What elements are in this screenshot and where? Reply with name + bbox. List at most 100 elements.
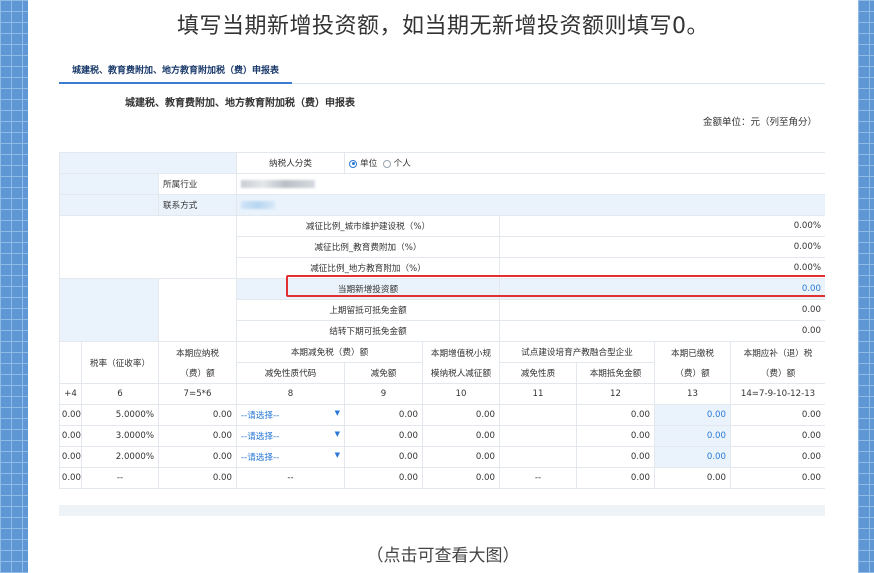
investment-label: 当期新增投资额 [236, 278, 500, 300]
cell-paid[interactable]: 0.00 [654, 446, 731, 468]
select-value: --请选择-- [241, 432, 280, 442]
col-rate-header: 税率（征收率） [81, 341, 159, 384]
investment-row: 当期新增投资额 0.00 [59, 278, 825, 342]
cell-payable: 0.00 [158, 467, 237, 489]
prev-credit-value: 0.00 [499, 299, 825, 321]
col-number: 6 [81, 383, 159, 405]
col-number: 12 [576, 383, 655, 405]
col-number: 10 [422, 383, 500, 405]
col-number: 7=5*6 [158, 383, 237, 405]
cell-payable: 0.00 [158, 446, 237, 468]
cell-amount: 0.00 [344, 467, 423, 489]
form-title: 城建税、教育费附加、地方教育附加税（费）申报表 [125, 98, 355, 109]
carry-credit-label: 结转下期可抵免金额 [236, 320, 500, 342]
cell-credit: 0.00 [576, 446, 655, 468]
col-reduction-code-header: 减免性质代码 [236, 362, 345, 384]
cell-paid[interactable]: 0.00 [654, 404, 731, 426]
reduction-code-select[interactable]: --请选择-- ▼ [236, 425, 345, 447]
reduce-value[interactable]: 0.00% [499, 236, 825, 258]
table-footer-band [59, 505, 825, 516]
table-row: 0.00 3.0000% 0.00 --请选择-- ▼ 0.00 0.00 0.0… [59, 425, 825, 447]
col-vat-small-header-line1: 本期增值税小规 [430, 348, 492, 359]
cell-refund: 0.00 [730, 425, 825, 447]
col-payable-header: 本期应纳税 （费）额 [158, 341, 237, 384]
col-vat-small-header: 本期增值税小规 模纳税人减征额 [422, 341, 500, 384]
cell-credit: 0.00 [576, 425, 655, 447]
reduction-code-select[interactable]: --请选择-- ▼ [236, 446, 345, 468]
reduce-label: 减征比例_城市维护建设税（%） [236, 215, 500, 237]
cell-amount[interactable]: 0.00 [344, 446, 423, 468]
view-larger-caption[interactable]: （点击可查看大图） [28, 541, 858, 566]
declaration-table: 纳税人分类 单位 个人 所属行业 联系方式 减征比例_城市维护建设税（%） 0.… [59, 152, 825, 489]
cell-credit: 0.00 [576, 467, 655, 489]
col-paid-header-line2: （费）额 [675, 368, 710, 379]
amount-unit-note: 金额单位：元（列至角分） [702, 117, 817, 128]
cell-vat: 0.00 [422, 467, 500, 489]
cell-rate: 2.0000% [81, 446, 159, 468]
reduce-row-1: 减征比例_城市维护建设税（%） 0.00% [59, 215, 825, 279]
col-number: 8 [236, 383, 345, 405]
col-refund-header-line2: （费）额 [760, 368, 796, 379]
cell-rate: 3.0000% [81, 425, 159, 447]
cell-vat: 0.00 [422, 446, 500, 468]
cell-paid[interactable]: 0.00 [654, 425, 731, 447]
cell-refund: 0.00 [730, 467, 825, 489]
screenshot-view[interactable]: 城建税、教育费附加、地方教育附加税（费）申报表 城建税、教育费附加、地方教育附加… [59, 58, 825, 516]
contact-label: 联系方式 [158, 194, 237, 216]
table-row: 0.00 2.0000% 0.00 --请选择-- ▼ 0.00 0.00 0.0… [59, 446, 825, 468]
reduce-value[interactable]: 0.00% [499, 215, 825, 237]
taxpayer-type-row: 纳税人分类 单位 个人 [59, 152, 825, 174]
instruction-headline: 填写当期新增投资额，如当期无新增投资额则填写0。 [177, 14, 709, 39]
investment-input[interactable]: 0.00 [499, 278, 825, 300]
chevron-down-icon: ▼ [334, 430, 340, 438]
col-number: +4 [59, 383, 82, 405]
select-value: --请选择-- [241, 453, 280, 463]
prev-credit-label: 上期留抵可抵免金额 [236, 299, 500, 321]
col-reduction-header: 本期减免税（费）额 [236, 341, 423, 363]
table-row-total: 0.00 -- 0.00 -- 0.00 0.00 -- 0.00 0.00 0… [59, 467, 825, 489]
cell-c0: 0.00 [59, 425, 82, 447]
reduction-code-select[interactable]: --请选择-- ▼ [236, 404, 345, 426]
redacted-contact [241, 200, 275, 209]
industry-value [236, 173, 825, 195]
select-value: --请选择-- [241, 411, 280, 421]
cell-credit: 0.00 [576, 404, 655, 426]
reduce-label: 减征比例_教育费附加（%） [236, 236, 500, 258]
reduce-value[interactable]: 0.00% [499, 257, 825, 279]
cell-amount[interactable]: 0.00 [344, 425, 423, 447]
cell-refund: 0.00 [730, 404, 825, 426]
cell-c0: 0.00 [59, 404, 82, 426]
content-card: 填写当期新增投资额，如当期无新增投资额则填写0。 城建税、教育费附加、地方教育附… [28, 0, 858, 573]
radio-unit[interactable] [349, 159, 357, 168]
tab-declaration-form[interactable]: 城建税、教育费附加、地方教育附加税（费）申报表 [59, 58, 293, 84]
col-refund-header-line1: 本期应补（退）税 [743, 348, 813, 359]
cell-nature [499, 425, 577, 447]
radio-person[interactable] [382, 159, 391, 168]
cell-payable: 0.00 [158, 404, 237, 426]
col-number: 14=7-9-10-12-13 [730, 383, 825, 405]
taxpayer-type-options: 单位 个人 [344, 152, 825, 174]
col-payable-header-line1: 本期应纳税 [176, 348, 219, 359]
cell-amount[interactable]: 0.00 [344, 404, 423, 426]
cell-rate: -- [81, 467, 159, 489]
col-pilot-credit-header: 本期抵免金额 [576, 362, 655, 384]
chevron-down-icon: ▼ [334, 451, 340, 459]
col-paid-header: 本期已缴税 （费）额 [654, 341, 731, 384]
cell-refund: 0.00 [730, 446, 825, 468]
radio-unit-label: 单位 [360, 159, 378, 169]
cell-c0: 0.00 [59, 446, 82, 468]
tab-bar: 城建税、教育费附加、地方教育附加税（费）申报表 [59, 58, 825, 84]
radio-person-label: 个人 [393, 159, 411, 169]
contact-row: 联系方式 [59, 194, 825, 216]
col-number: 13 [654, 383, 731, 405]
cell-nature: -- [499, 467, 577, 489]
cell-rate: 5.0000% [81, 404, 159, 426]
col-payable-header-line2: （费）额 [180, 368, 215, 379]
col-reduction-amount-header: 减免额 [344, 362, 423, 384]
right-pattern-border [858, 0, 874, 573]
col-number: 11 [499, 383, 577, 405]
table-row: 0.00 5.0000% 0.00 --请选择-- ▼ 0.00 0.00 0.0… [59, 404, 825, 426]
cell-nature [499, 404, 577, 426]
col-number: 9 [344, 383, 423, 405]
col-vat-small-header-line2: 模纳税人减征额 [430, 368, 492, 379]
